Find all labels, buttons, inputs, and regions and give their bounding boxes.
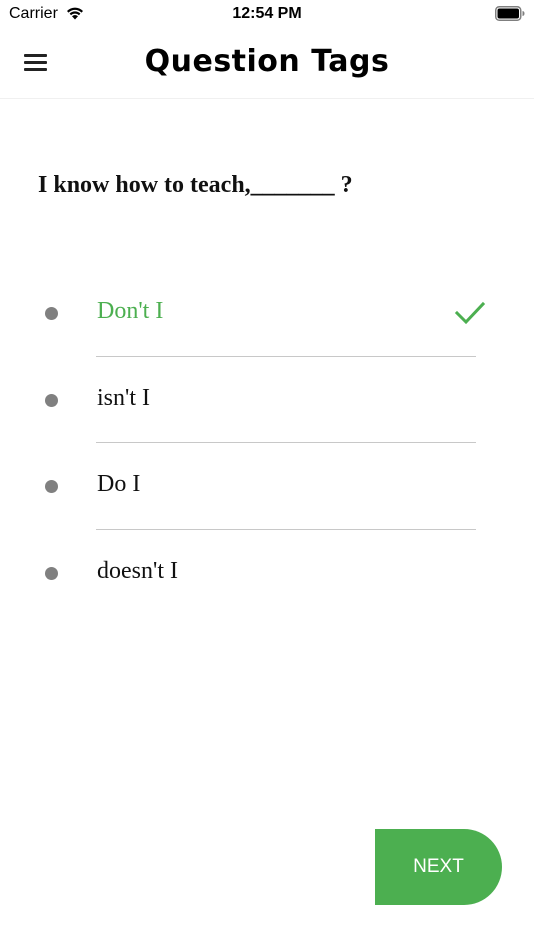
option-item[interactable]: isn't I <box>0 357 534 443</box>
option-label: Don't I <box>97 298 164 324</box>
option-label: Do I <box>97 471 141 497</box>
app-header: Question Tags <box>0 30 534 99</box>
status-time: 12:54 PM <box>232 5 302 22</box>
bullet-icon <box>45 307 58 320</box>
option-item[interactable]: Don't I <box>0 270 534 357</box>
status-bar: Carrier 12:54 PM <box>0 0 534 30</box>
next-button[interactable]: NEXT <box>375 829 502 905</box>
bullet-icon <box>45 393 58 407</box>
option-label: isn't I <box>97 384 150 411</box>
options-list: Don't I isn't I Do I doesn't I <box>0 270 534 616</box>
option-item[interactable]: Do I <box>0 443 534 530</box>
bullet-icon <box>45 480 58 493</box>
battery-icon <box>495 6 525 21</box>
page-title: Question Tags <box>144 44 390 79</box>
bullet-icon <box>45 566 58 580</box>
option-label: doesn't I <box>97 557 178 584</box>
question-text: I know how to teach,_______ ? <box>38 172 353 198</box>
checkmark-icon <box>454 301 486 325</box>
option-item[interactable]: doesn't I <box>0 530 534 617</box>
